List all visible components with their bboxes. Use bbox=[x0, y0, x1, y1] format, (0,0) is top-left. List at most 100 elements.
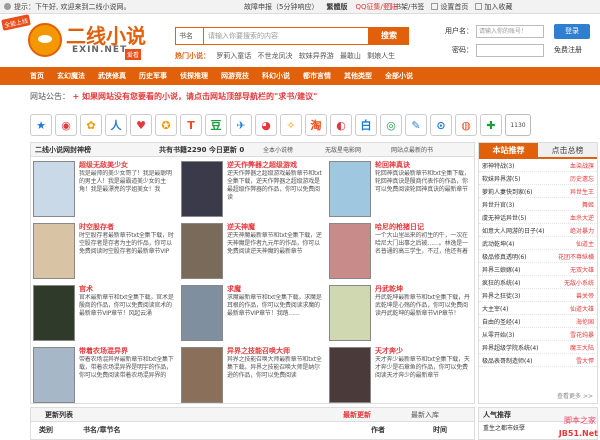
book-card[interactable]: 官术 官术最新章节和txt全集下载，官术是殷商的作品，你可以免费阅读官术的最新章节… bbox=[31, 283, 176, 345]
tab-latest-added[interactable]: 最新入库 bbox=[411, 410, 439, 420]
list-item-right[interactable]: 海伦国 bbox=[576, 317, 594, 326]
register-link[interactable]: 免费注册 bbox=[554, 45, 582, 55]
book-cover[interactable] bbox=[329, 223, 371, 279]
feiting-icon[interactable]: ✧ bbox=[280, 114, 302, 136]
t-icon[interactable]: T bbox=[180, 114, 202, 136]
book-cover[interactable] bbox=[181, 285, 223, 341]
rank-tab[interactable]: 网站点最新的书 bbox=[391, 145, 433, 154]
notice-text[interactable]: + 如果网站没有您要看的小说，请点击网站顶部导航栏的"求书/建议" bbox=[73, 92, 318, 101]
list-item-left[interactable]: 如意大人网游的日子(4) bbox=[482, 226, 545, 235]
hot-word-link[interactable]: 最敢山 bbox=[340, 52, 361, 60]
list-item[interactable]: 异界之狂徒(3) 兽关帝 bbox=[479, 289, 597, 302]
list-item-left[interactable]: 虞无神话异世(5) bbox=[482, 213, 527, 222]
lol-icon[interactable]: ⊙ bbox=[430, 114, 452, 136]
book-card[interactable]: 哈尼的枪猪日记 一个大山里出来的初生的牛，一次在哈尼大门出事之后被……。林逸是一名… bbox=[327, 221, 472, 283]
book-cover[interactable] bbox=[329, 347, 371, 403]
list-item-left[interactable]: 极品表哥制造师(4) bbox=[482, 356, 533, 365]
list-item-left[interactable]: 异界三娘嫁(4) bbox=[482, 265, 521, 274]
book-card[interactable]: 逆天神魔 逆天神魔最新章节和txt全集下载，逆天神魔是作者九元年的作品，你可以免费… bbox=[179, 221, 324, 283]
list-item-right[interactable]: 花团不尊纵横 bbox=[558, 252, 594, 261]
nav-item[interactable]: 侦探推理 bbox=[180, 71, 208, 81]
book-title[interactable]: 轮回神真诀 bbox=[375, 160, 410, 170]
list-item[interactable]: 萝莉人妻快到家(6) 异世生王 bbox=[479, 185, 597, 198]
book-title[interactable]: 丹武乾坤 bbox=[375, 284, 403, 294]
search-input[interactable]: 请输入你要搜索的内容 bbox=[203, 27, 369, 45]
rank-tab[interactable]: 无敌星电影网 bbox=[325, 145, 361, 154]
nav-item[interactable]: 科幻小说 bbox=[262, 71, 290, 81]
nav-item[interactable]: 都市言情 bbox=[303, 71, 331, 81]
list-item[interactable]: 如意大人网游的日子(4) 绝对暴力 bbox=[479, 224, 597, 237]
book-card[interactable]: 天才奔少 天才奔少最新章节和txt全集下载，天才奔少是石章鱼的作品，你可以免费阅读… bbox=[327, 345, 472, 407]
list-item-left[interactable]: 软妹异界游(5) bbox=[482, 174, 521, 183]
weibo-icon[interactable]: ◉ bbox=[55, 114, 77, 136]
book-title[interactable]: 求魔 bbox=[227, 284, 241, 294]
list-item-right[interactable]: 历史遗忘 bbox=[570, 174, 594, 183]
rank-tab[interactable]: 全本小说榜 bbox=[263, 145, 293, 154]
site-logo[interactable]: 全能上线 二线小说 EXIN.NET 爱看 bbox=[1, 14, 152, 63]
list-item[interactable]: 邪神特战(3) 血染战旗 bbox=[479, 159, 597, 172]
list-item-right[interactable]: 仙道大雄 bbox=[570, 304, 594, 313]
book-card[interactable]: 超级无敌美少女 我是最帅的美少女哥了！我是最聪明的男主人！我是最霸道美少女的主角！… bbox=[31, 159, 176, 221]
tao-icon[interactable]: 淘 bbox=[305, 114, 327, 136]
quan-icon[interactable]: ◎ bbox=[380, 114, 402, 136]
list-item-right[interactable]: 雪花纯暴 bbox=[570, 330, 594, 339]
nav-item[interactable]: 首页 bbox=[30, 71, 44, 81]
list-item[interactable]: 极品表哥制造师(4) 雪大悍 bbox=[479, 354, 597, 367]
list-item-right[interactable]: 仙道主 bbox=[576, 239, 594, 248]
nav-item[interactable]: 全部小说 bbox=[385, 71, 413, 81]
bai-icon[interactable]: 白 bbox=[355, 114, 377, 136]
star2-icon[interactable]: ✪ bbox=[155, 114, 177, 136]
list-item[interactable]: 极品修真透明(6) 花团不尊纵横 bbox=[479, 250, 597, 263]
book-card[interactable]: 带着农场混异界 带着农场混异界最新章节和txt全集下载，带着农场混异界是明宇的作品… bbox=[31, 345, 176, 407]
list-item-left[interactable]: 从零开始(3) bbox=[482, 330, 515, 339]
list-item[interactable]: 疯狂的系统(4) 无敌小系统 bbox=[479, 276, 597, 289]
heart-icon[interactable]: ♥ bbox=[130, 114, 152, 136]
book-card[interactable]: 丹武乾坤 丹武乾坤最新章节和txt全集下载，丹武乾坤是心殇的作品，你可以免费阅读丹… bbox=[327, 283, 472, 345]
nav-item[interactable]: 历史军事 bbox=[139, 71, 167, 81]
book-card[interactable]: 异界之技能召唤大师 异界之技能召唤大师最新章节和txt全集下载，异界之技能召唤大师… bbox=[179, 345, 324, 407]
fault-report-link[interactable]: 故障申报（5分钟响应） bbox=[244, 2, 318, 12]
nav-item[interactable]: 网游竞技 bbox=[221, 71, 249, 81]
list-item-right[interactable]: 无敌小系统 bbox=[564, 278, 594, 287]
book-card[interactable]: 轮回神真诀 轮回神真诀最新章节和txt全集下载，轮回神真诀是殷商代表作的作品，你可… bbox=[327, 159, 472, 221]
list-item[interactable]: 虞无神话异世(5) 血杀大逆 bbox=[479, 211, 597, 224]
book-cover[interactable] bbox=[33, 285, 75, 341]
list-item[interactable]: 异界超级学院系统(4) 魔王大陆 bbox=[479, 341, 597, 354]
list-item-left[interactable]: 自由的圣经(4) bbox=[482, 317, 521, 326]
book-title[interactable]: 异界之技能召唤大师 bbox=[227, 346, 290, 356]
baidu-icon[interactable]: ◕ bbox=[255, 114, 277, 136]
book-title[interactable]: 官术 bbox=[79, 284, 93, 294]
qzone-icon[interactable]: ✿ bbox=[80, 114, 102, 136]
search-type-select[interactable]: 书名 bbox=[175, 27, 203, 45]
list-item-left[interactable]: 异界超级学院系统(4) bbox=[482, 343, 539, 352]
tab-latest-update[interactable]: 最新更新 bbox=[343, 410, 371, 420]
book-title[interactable]: 逆天作弊器之超级游戏 bbox=[227, 160, 297, 170]
list-item-right[interactable]: 异世生王 bbox=[570, 187, 594, 196]
list-item-left[interactable]: 疯狂的系统(4) bbox=[482, 278, 521, 287]
book-title[interactable]: 带着农场混异界 bbox=[79, 346, 128, 356]
list-item-left[interactable]: 萝莉人妻快到家(6) bbox=[482, 187, 533, 196]
traditional-link[interactable]: 繁體版 bbox=[326, 2, 347, 12]
hot-word-link[interactable]: 软妹异界游 bbox=[299, 52, 334, 60]
rss-icon[interactable]: ◍ bbox=[455, 114, 477, 136]
star-icon[interactable]: ★ bbox=[30, 114, 52, 136]
renren-icon[interactable]: 人 bbox=[105, 114, 127, 136]
book-cover[interactable] bbox=[33, 347, 75, 403]
book-cover[interactable] bbox=[329, 285, 371, 341]
nav-item[interactable]: 玄幻魔法 bbox=[57, 71, 85, 81]
favorite-link[interactable]: 加入收藏 bbox=[475, 2, 512, 12]
hot-word-link[interactable]: 剩娘人生 bbox=[367, 52, 395, 60]
password-field[interactable] bbox=[476, 43, 544, 57]
book-cover[interactable] bbox=[33, 223, 75, 279]
list-item[interactable]: 异界三娘嫁(4) 无双大雄 bbox=[479, 263, 597, 276]
sohu-icon[interactable]: ◐ bbox=[330, 114, 352, 136]
book-cover[interactable] bbox=[33, 161, 75, 217]
book-title[interactable]: 天才奔少 bbox=[375, 346, 403, 356]
douban-icon[interactable]: 豆 bbox=[205, 114, 227, 136]
set-home-link[interactable]: 设置首页 bbox=[431, 2, 468, 12]
list-item-right[interactable]: 舞姬 bbox=[582, 200, 594, 209]
book-card[interactable]: 求魔 求魔最新章节和txt全集下载，求魔是耳根的作品，你可以免费阅读求魔的最新章节… bbox=[179, 283, 324, 345]
list-item-left[interactable]: 邪神特战(3) bbox=[482, 161, 515, 170]
list-item[interactable]: 大主宰(4) 仙道大雄 bbox=[479, 302, 597, 315]
book-cover[interactable] bbox=[181, 223, 223, 279]
